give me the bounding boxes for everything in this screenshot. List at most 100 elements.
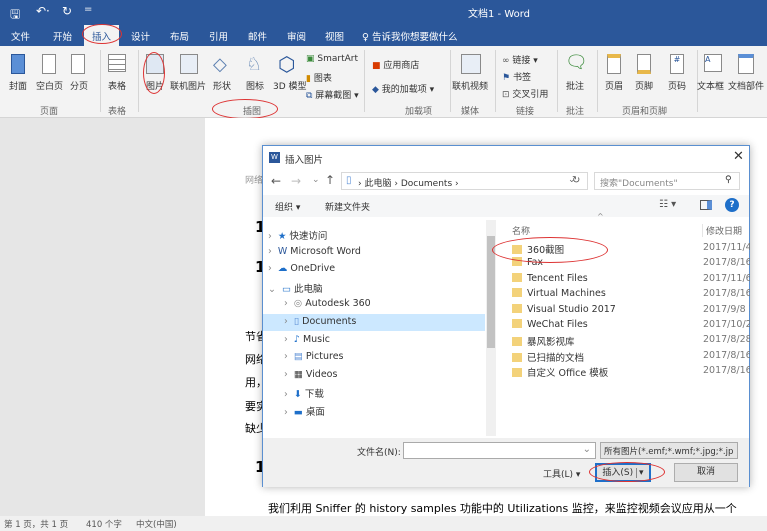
chevron-right-icon[interactable]: › — [284, 351, 288, 362]
quick-parts-button[interactable]: 文档部件 — [728, 79, 764, 92]
link-button[interactable]: ∞ 链接 ▾ — [502, 53, 538, 66]
comment-button[interactable]: 批注 — [566, 79, 584, 92]
filename-dropdown-icon[interactable]: ⌄ — [583, 444, 591, 455]
3d-models-button[interactable]: 3D 模型 — [273, 79, 307, 92]
file-row[interactable]: Virtual Machines 2017/8/16 — [512, 288, 750, 303]
nav-item[interactable]: › ▯ Documents — [263, 314, 485, 331]
text-box-button[interactable]: 文本框 — [697, 79, 724, 92]
nav-item-label: Videos — [305, 368, 338, 380]
smartart-button[interactable]: ▣ SmartArt — [306, 54, 358, 64]
nav-item[interactable]: › ☁ OneDrive — [263, 261, 485, 278]
cross-reference-button[interactable]: ⊡ 交叉引用 — [502, 87, 548, 100]
nav-item[interactable]: › ▬ 桌面 — [263, 402, 485, 419]
doc-header-text: 网络 — [245, 176, 264, 186]
column-date-header[interactable]: 修改日期 — [702, 224, 742, 237]
filename-input[interactable]: ⌄ — [403, 442, 596, 459]
chevron-right-icon[interactable]: › — [284, 407, 288, 418]
file-type-filter[interactable]: 所有图片(*.emf;*.wmf;*.jpg;*.jp — [600, 442, 738, 459]
screenshot-button[interactable]: ⧉ 屏幕截图 ▾ — [306, 88, 359, 101]
save-icon[interactable]: 🖫 — [10, 5, 20, 26]
redo-icon[interactable]: ↻ — [62, 4, 72, 18]
search-icon: ⚲ — [725, 175, 732, 185]
tools-button[interactable]: 工具(L) ▾ — [543, 467, 580, 480]
nav-item[interactable]: › ⬇ 下载 — [263, 384, 485, 401]
online-video-button[interactable]: 联机视频 — [452, 79, 488, 92]
file-row[interactable]: Tencent Files 2017/11/6 — [512, 272, 750, 288]
file-row[interactable]: 已扫描的文档 2017/8/16 — [512, 350, 750, 365]
chevron-right-icon[interactable]: › — [284, 334, 288, 345]
chevron-right-icon[interactable]: › — [284, 298, 288, 309]
chevron-right-icon[interactable]: › — [284, 316, 288, 327]
cancel-button[interactable]: 取消 — [674, 463, 738, 482]
tab-review[interactable]: 审阅 — [287, 29, 306, 43]
chevron-right-icon[interactable]: › — [284, 389, 288, 400]
language[interactable]: 中文(中国) — [136, 518, 177, 530]
breadcrumb-this-pc[interactable]: 此电脑 — [364, 179, 391, 189]
organize-button[interactable]: 组织 ▾ — [275, 200, 300, 213]
nav-item[interactable]: › ♪ Music — [263, 332, 485, 349]
tab-design[interactable]: 设计 — [131, 29, 150, 43]
chevron-down-icon[interactable]: ⌄ — [268, 284, 276, 295]
back-icon[interactable]: ← — [271, 174, 281, 188]
undo-icon[interactable]: ↶· — [36, 4, 50, 18]
recent-dropdown-icon[interactable]: ⌄ — [312, 175, 320, 185]
view-options-icon[interactable]: ☷ ▾ — [659, 199, 676, 210]
bookmark-button[interactable]: ⚑ 书签 — [502, 70, 531, 83]
nav-item[interactable]: › W Microsoft Word — [263, 244, 485, 261]
group-links: 链接 — [516, 107, 535, 117]
page-break-button[interactable]: 分页 — [70, 79, 88, 92]
search-input[interactable]: 搜索"Documents" ⚲ — [594, 172, 740, 190]
file-row[interactable]: Visual Studio 2017 2017/9/8 1 — [512, 303, 750, 319]
breadcrumb-documents[interactable]: Documents — [401, 179, 452, 189]
file-row[interactable]: WeChat Files 2017/10/26 — [512, 319, 750, 334]
header-button[interactable]: 页眉 — [605, 79, 623, 92]
nav-item[interactable]: › ★ 快速访问 — [263, 226, 485, 243]
my-addins-button[interactable]: ◆ 我的加载项 ▾ — [372, 82, 434, 95]
tell-me-search[interactable]: ♀ 告诉我你想要做什么 — [362, 29, 458, 43]
group-comments: 批注 — [566, 107, 585, 117]
page-number-button[interactable]: 页码 — [668, 79, 686, 92]
nav-item[interactable]: › ◎ Autodesk 360 — [263, 296, 485, 313]
refresh-icon[interactable]: ↻ — [572, 175, 580, 186]
tab-file[interactable]: 文件 — [11, 29, 30, 43]
chart-icon: ▮ — [306, 74, 314, 84]
help-icon[interactable]: ? — [725, 198, 739, 212]
file-row[interactable]: 暴风影视库 2017/8/28 — [512, 334, 750, 349]
chevron-right-icon[interactable]: › — [268, 231, 272, 242]
close-icon[interactable]: ✕ — [733, 149, 744, 164]
chevron-right-icon[interactable]: › — [268, 246, 272, 257]
store-button[interactable]: ■ 应用商店 — [372, 58, 419, 71]
nav-item[interactable]: ⌄ ▭ 此电脑 — [263, 279, 485, 296]
up-icon[interactable]: ↑ — [325, 173, 335, 187]
tab-mailings[interactable]: 邮件 — [248, 29, 267, 43]
tab-home[interactable]: 开始 — [53, 29, 72, 43]
file-row[interactable]: 自定义 Office 模板 2017/8/16 — [512, 365, 750, 380]
cover-page-button[interactable]: 封面 — [9, 79, 27, 92]
chevron-right-icon[interactable]: › — [284, 369, 288, 380]
nav-item-label: 下载 — [304, 389, 324, 401]
chevron-right-icon[interactable]: › — [268, 263, 272, 274]
file-date: 2017/8/28 — [703, 334, 750, 346]
page-count[interactable]: 第 1 页，共 1 页 — [4, 518, 68, 530]
word-count[interactable]: 410 个字 — [86, 518, 122, 530]
file-name: Tencent Files — [527, 272, 588, 284]
address-bar[interactable]: ▯ › 此电脑 › Documents › ⌄ — [341, 172, 588, 190]
shapes-button[interactable]: 形状 — [213, 79, 231, 92]
customize-qat-icon[interactable]: = — [84, 4, 92, 15]
nav-item[interactable]: › ▤ Pictures — [263, 349, 485, 366]
online-pictures-button[interactable]: 联机图片 — [170, 79, 206, 92]
column-name-header[interactable]: 名称 — [512, 224, 530, 237]
forward-icon[interactable]: → — [291, 174, 301, 188]
preview-pane-icon[interactable] — [700, 200, 712, 210]
tab-layout[interactable]: 布局 — [170, 29, 189, 43]
blank-page-button[interactable]: 空白页 — [36, 79, 63, 92]
footer-button[interactable]: 页脚 — [635, 79, 653, 92]
header-icon — [607, 54, 621, 74]
nav-item[interactable]: › ▦ Videos — [263, 367, 485, 384]
new-folder-button[interactable]: 新建文件夹 — [325, 200, 370, 213]
tab-view[interactable]: 视图 — [325, 29, 344, 43]
tab-references[interactable]: 引用 — [209, 29, 228, 43]
chart-button[interactable]: ▮ 图表 — [306, 71, 332, 84]
table-button[interactable]: 表格 — [108, 79, 126, 92]
icons-button[interactable]: 图标 — [246, 79, 264, 92]
